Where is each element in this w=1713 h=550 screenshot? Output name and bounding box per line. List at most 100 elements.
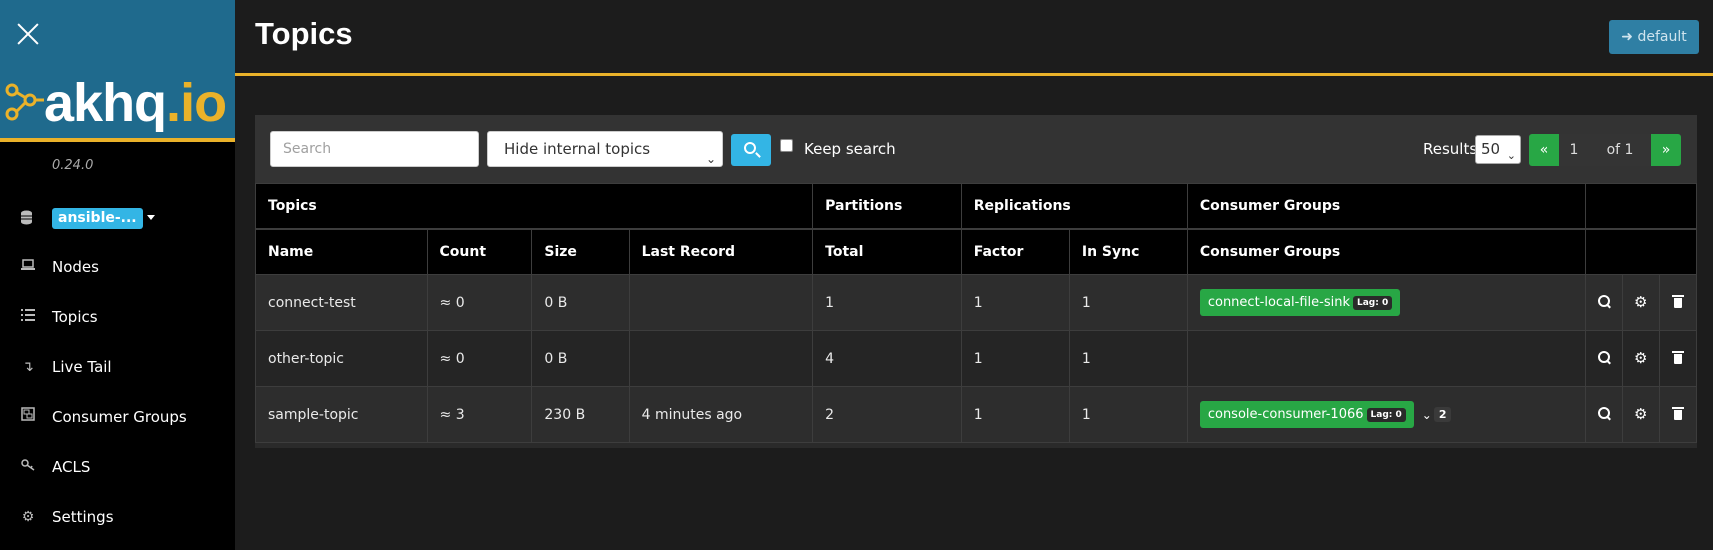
cell-count: ≈ 0: [426, 330, 533, 387]
logo-text: akhq.io: [44, 70, 227, 136]
table-row[interactable]: other-topic ≈ 0 0 B 4 1 1 ⚙: [255, 330, 1698, 387]
level-down-icon: ↴: [22, 359, 34, 375]
cell-name: connect-test: [255, 274, 428, 331]
topics-panel: Hide internal topics ⌄ Keep search Resul…: [254, 115, 1698, 448]
table-group-header-row: Topics Partitions Replications Consumer …: [254, 183, 1697, 230]
logo-dot: .: [166, 73, 181, 133]
trash-icon[interactable]: [1671, 294, 1685, 308]
cell-in-sync: 1: [1068, 386, 1188, 443]
cell-total: 4: [812, 330, 962, 387]
sidebar-item-label: Consumer Groups: [52, 408, 187, 426]
column-header-in-sync: In Sync: [1068, 228, 1188, 275]
lag-badge: Lag: 0: [1366, 407, 1406, 422]
pagination-prev-button[interactable]: «: [1529, 134, 1559, 166]
results-label: Results: [1423, 140, 1478, 158]
logo-io: io: [180, 73, 227, 133]
cell-action-view: [1584, 330, 1623, 387]
cell-factor: 1: [960, 274, 1070, 331]
cell-action-config: ⚙: [1621, 330, 1660, 387]
cell-consumer-groups: console-consumer-1066 Lag: 0 ⌄ 2: [1186, 386, 1586, 443]
list-icon: [18, 307, 38, 327]
consumer-group-badge[interactable]: console-consumer-1066 Lag: 0: [1199, 401, 1414, 428]
cluster-selector[interactable]: ansible-...: [0, 206, 235, 230]
search-icon: [744, 142, 756, 154]
close-icon[interactable]: [14, 20, 42, 48]
column-header-size: Size: [531, 228, 630, 275]
cell-factor: 1: [960, 386, 1070, 443]
sidebar: akhq.io 0.24.0 ansible-... Nodes Topics …: [0, 0, 235, 550]
sidebar-item-consumer-groups[interactable]: Consumer Groups: [0, 402, 235, 432]
group-header-partitions: Partitions: [812, 183, 962, 230]
logo-main: akhq: [44, 73, 167, 133]
sidebar-item-topics[interactable]: Topics: [0, 302, 235, 332]
consumer-group-name: connect-local-file-sink: [1207, 295, 1350, 310]
sidebar-item-settings[interactable]: ⚙ Settings: [0, 502, 235, 532]
logo-network-icon: [5, 83, 44, 121]
cell-count: ≈ 3: [426, 386, 533, 443]
cell-consumer-groups: connect-local-file-sink Lag: 0: [1186, 274, 1586, 331]
cell-total: 1: [812, 274, 962, 331]
search-icon[interactable]: [1597, 406, 1611, 420]
column-header-total: Total: [812, 228, 962, 275]
sidebar-item-label: Nodes: [52, 258, 99, 276]
gear-icon[interactable]: ⚙: [1634, 350, 1648, 365]
brand-header: akhq.io: [0, 0, 235, 142]
consumer-group-badge[interactable]: connect-local-file-sink Lag: 0: [1199, 289, 1401, 316]
user-button-label: default: [1637, 29, 1687, 45]
pagination-next-button[interactable]: »: [1651, 134, 1681, 166]
cell-name: sample-topic: [255, 386, 428, 443]
results-per-page-select[interactable]: 50 ⌄: [1475, 135, 1521, 164]
caret-down-icon[interactable]: [147, 215, 155, 220]
page-header: Topics ➜ default: [235, 0, 1713, 76]
version-label: 0.24.0: [52, 158, 94, 173]
trash-icon[interactable]: [1671, 350, 1685, 364]
column-header-consumer-groups: Consumer Groups: [1186, 228, 1586, 275]
gear-icon[interactable]: ⚙: [1634, 406, 1648, 421]
table-row[interactable]: sample-topic ≈ 3 230 B 4 minutes ago 2 1…: [255, 386, 1698, 443]
cell-consumer-groups: [1186, 330, 1586, 387]
user-button[interactable]: ➜ default: [1609, 20, 1699, 54]
search-icon[interactable]: [1597, 294, 1611, 308]
sidebar-item-live-tail[interactable]: ↴ Live Tail: [0, 352, 235, 382]
column-header-name: Name: [255, 228, 428, 275]
database-icon: [20, 210, 34, 226]
topics-table: Topics Partitions Replications Consumer …: [254, 183, 1698, 443]
cell-last-record: 4 minutes ago: [628, 386, 814, 443]
table-row[interactable]: connect-test ≈ 0 0 B 1 1 1 connect-local…: [255, 274, 1698, 331]
lag-badge: Lag: 0: [1352, 295, 1393, 310]
keep-search-checkbox[interactable]: [780, 139, 793, 152]
page-title: Topics: [255, 16, 353, 51]
column-header-factor: Factor: [960, 228, 1070, 275]
cell-in-sync: 1: [1068, 330, 1188, 387]
cell-size: 230 B: [531, 386, 630, 443]
group-header-topics: Topics: [254, 183, 814, 230]
search-button[interactable]: [731, 134, 771, 166]
cell-action-config: ⚙: [1621, 274, 1660, 331]
topic-filter-value: Hide internal topics: [504, 140, 651, 158]
sign-in-icon: ➜: [1621, 29, 1633, 45]
cell-in-sync: 1: [1068, 274, 1188, 331]
cell-name: other-topic: [255, 330, 428, 387]
cell-action-view: [1584, 386, 1623, 443]
chevron-down-icon: ⌄: [1506, 149, 1516, 162]
topic-filter-select[interactable]: Hide internal topics ⌄: [487, 131, 723, 167]
akhq-logo[interactable]: akhq.io: [0, 70, 235, 136]
more-groups-count[interactable]: 2: [1433, 407, 1452, 422]
cluster-badge[interactable]: ansible-...: [52, 208, 143, 229]
sidebar-item-nodes[interactable]: Nodes: [0, 252, 235, 282]
trash-icon[interactable]: [1671, 406, 1685, 420]
table-header-row: Name Count Size Last Record Total Factor…: [255, 228, 1697, 275]
group-header-actions: [1584, 183, 1697, 230]
cell-action-delete: [1658, 330, 1698, 387]
filter-toolbar: Hide internal topics ⌄ Keep search Resul…: [255, 115, 1697, 183]
search-input[interactable]: [270, 131, 479, 167]
laptop-icon: [18, 257, 38, 277]
cell-action-delete: [1658, 274, 1698, 331]
search-icon[interactable]: [1597, 350, 1611, 364]
key-icon: [18, 457, 38, 477]
sidebar-item-acls[interactable]: ACLS: [0, 452, 235, 482]
gear-icon[interactable]: ⚙: [1634, 294, 1648, 309]
sidebar-item-label: ACLS: [52, 458, 91, 476]
column-header-last-record: Last Record: [628, 228, 814, 275]
chevron-down-icon[interactable]: ⌄: [1422, 408, 1432, 422]
